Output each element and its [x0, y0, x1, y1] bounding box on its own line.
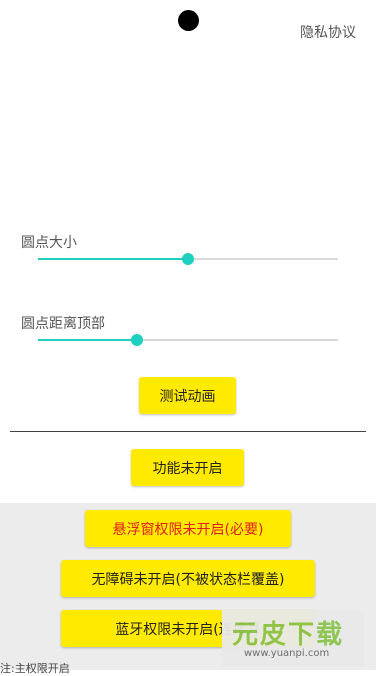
- accessibility-button[interactable]: 无障碍未开启(不被状态栏覆盖): [61, 560, 315, 597]
- privacy-policy-link[interactable]: 隐私协议: [300, 22, 356, 42]
- divider: [10, 431, 366, 432]
- footer-note: 注:主权限开启: [0, 662, 70, 675]
- slider-fill: [38, 258, 188, 260]
- watermark-url: www.yuanpi.com: [244, 648, 330, 659]
- dot-size-slider[interactable]: [38, 249, 338, 269]
- watermark-logo: 元皮下载 www.yuanpi.com: [222, 610, 364, 666]
- dot-distance-slider[interactable]: [38, 330, 338, 350]
- float-window-permission-button[interactable]: 悬浮窗权限未开启(必要): [85, 510, 291, 547]
- slider-thumb[interactable]: [182, 253, 194, 265]
- slider-thumb[interactable]: [131, 334, 143, 346]
- preview-dot: [178, 10, 199, 31]
- slider-fill: [38, 339, 137, 341]
- watermark-text: 元皮下载: [232, 620, 345, 650]
- feature-status-button[interactable]: 功能未开启: [131, 449, 244, 486]
- test-animation-button[interactable]: 测试动画: [139, 377, 236, 414]
